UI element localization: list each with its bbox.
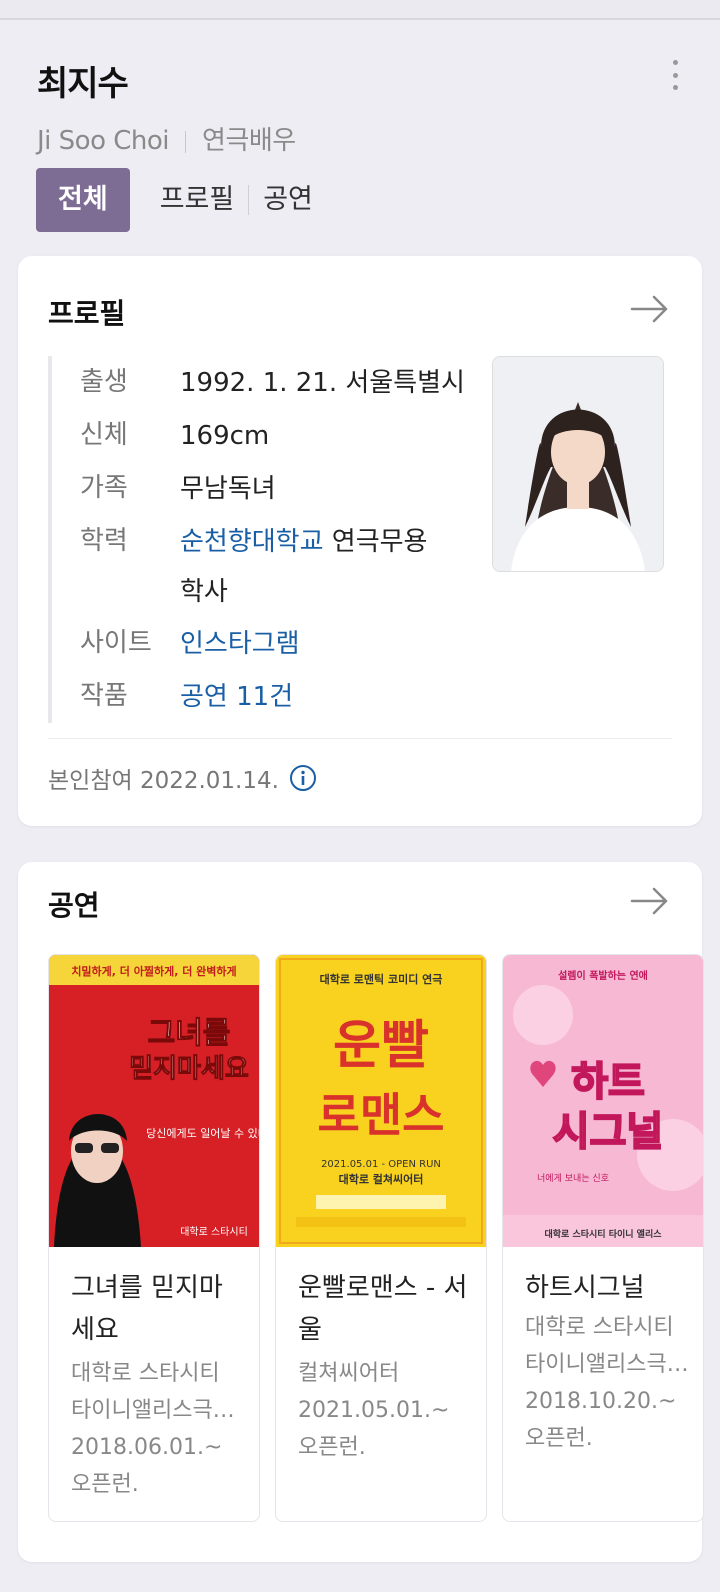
poster-main-text-2: 로맨스 — [318, 1088, 445, 1142]
arrow-right-icon[interactable] — [630, 886, 670, 916]
show-run: 오픈런. — [71, 1472, 139, 1497]
show-name[interactable]: 하트시그널 — [525, 1267, 700, 1309]
english-name: Ji Soo Choi — [37, 126, 170, 156]
show-poster[interactable]: 대학로 로맨틱 코미디 연극 운빨 로맨스 2021.05.01 - OPEN … — [276, 955, 486, 1247]
show-date: 2018.06.01.~ — [71, 1435, 223, 1460]
poster-bottom-text: 대학로 스타시티 타이니 앨리스 — [544, 1228, 662, 1240]
row-value: 169cm — [180, 421, 270, 451]
row-value: 순천향대학교 연극무용학사 — [180, 515, 450, 617]
arrow-right-icon[interactable] — [630, 294, 670, 324]
poster-bottom-text: 대학로 컬쳐씨어터 — [339, 1172, 424, 1186]
shows-title: 공연 — [48, 889, 100, 922]
person-name: 최지수 — [37, 64, 129, 104]
show-item[interactable]: 설렘이 폭발하는 연애 하트 시그널 너에게 보내는 신호 대학로 스타시티 타… — [502, 954, 704, 1522]
show-name[interactable]: 운빨로맨스 - 서울 — [298, 1267, 473, 1351]
profile-title: 프로필 — [48, 297, 126, 330]
profile-row-body: 신체 169cm — [52, 409, 472, 462]
participation-note: 본인참여 2022.01.14. — [48, 761, 317, 795]
row-value: 공연 11건 — [180, 670, 293, 723]
tab-profile[interactable]: 프로필 — [146, 168, 249, 232]
row-value: 무남독녀 — [180, 474, 276, 504]
row-key: 신체 — [80, 420, 128, 450]
poster-main-text-1: 운빨 — [333, 1016, 429, 1076]
row-value: 1992. 1. 21. 서울특별시 — [180, 368, 465, 398]
profile-row-birth: 출생 1992. 1. 21. 서울특별시 — [52, 356, 472, 409]
info-icon[interactable] — [289, 764, 317, 792]
participation-date: 본인참여 2022.01.14. — [48, 768, 279, 794]
poster-main-text-1: 그녀를 — [148, 1016, 231, 1051]
show-poster[interactable]: 설렘이 폭발하는 연애 하트 시그널 너에게 보내는 신호 대학로 스타시티 타… — [503, 955, 703, 1247]
person-subtitle: Ji Soo Choi 연극배우 — [37, 120, 296, 157]
poster-top-text: 치밀하게, 더 아찔하게, 더 완벽하게 — [71, 964, 236, 978]
row-key: 사이트 — [80, 628, 152, 658]
poster-sub-text: 너에게 보내는 신호 — [537, 1173, 609, 1184]
profile-row-site: 사이트 인스타그램 — [52, 617, 472, 670]
show-venue: 대학로 스타시티 타이니앨리스극… — [71, 1361, 235, 1423]
show-item[interactable]: 대학로 로맨틱 코미디 연극 운빨 로맨스 2021.05.01 - OPEN … — [275, 954, 487, 1522]
show-item[interactable]: 치밀하게, 더 아찔하게, 더 완벽하게 그녀를 믿지마세요 당신에게도 일어날… — [48, 954, 260, 1522]
show-venue: 컬쳐씨어터 — [298, 1361, 400, 1386]
profile-info: 출생 1992. 1. 21. 서울특별시 신체 169cm 가족 무남독녀 학… — [48, 356, 472, 723]
show-run: 오픈런. — [525, 1426, 593, 1451]
row-key: 작품 — [80, 681, 128, 711]
tab-bar: 전체 프로필 공연 — [36, 168, 327, 232]
poster-sub-text: 당신에게도 일어날 수 있다 — [146, 1126, 259, 1140]
works-link[interactable]: 공연 11건 — [180, 682, 293, 712]
profile-row-family: 가족 무남독녀 — [52, 462, 472, 515]
poster-main-text-1: 하트 — [571, 1059, 645, 1105]
top-edge — [0, 0, 720, 20]
show-run: 오픈런. — [298, 1435, 366, 1460]
shows-card: 공연 치밀하게, 더 아찔하게, 더 완벽하게 그녀를 믿지마세요 당신에게도 … — [18, 862, 704, 1562]
show-date: 2018.10.20.~ — [525, 1389, 677, 1414]
show-poster[interactable]: 치밀하게, 더 아찔하게, 더 완벽하게 그녀를 믿지마세요 당신에게도 일어날… — [49, 955, 259, 1247]
tab-shows[interactable]: 공연 — [249, 168, 327, 232]
profile-row-education: 학력 순천향대학교 연극무용학사 — [52, 515, 472, 617]
show-venue: 대학로 스타시티 타이니앨리스극… — [525, 1315, 689, 1377]
poster-sub-text: 2021.05.01 - OPEN RUN — [321, 1159, 441, 1170]
profile-photo[interactable] — [492, 356, 664, 572]
occupation: 연극배우 — [202, 126, 296, 156]
tab-all[interactable]: 전체 — [36, 168, 130, 232]
show-date: 2021.05.01.~ — [298, 1398, 450, 1423]
row-value: 인스타그램 — [180, 617, 300, 670]
profile-row-works: 작품 공연 11건 — [52, 670, 472, 723]
poster-main-text-2: 시그널 — [553, 1109, 663, 1155]
row-key: 학력 — [80, 526, 128, 556]
row-key: 출생 — [80, 367, 128, 397]
poster-top-text: 설렘이 폭발하는 연애 — [558, 969, 648, 982]
show-name[interactable]: 그녀를 믿지마세요 — [71, 1267, 246, 1351]
row-key: 가족 — [80, 473, 128, 503]
poster-main-text-2: 믿지마세요 — [129, 1054, 249, 1084]
instagram-link[interactable]: 인스타그램 — [180, 629, 300, 659]
show-carousel[interactable]: 치밀하게, 더 아찔하게, 더 완벽하게 그녀를 믿지마세요 당신에게도 일어날… — [48, 954, 704, 1522]
poster-top-text: 대학로 로맨틱 코미디 연극 — [320, 972, 443, 986]
more-options-icon[interactable] — [668, 60, 682, 90]
divider — [48, 738, 672, 739]
poster-bottom-text: 대학로 스타시티 — [180, 1226, 248, 1238]
university-link[interactable]: 순천향대학교 — [180, 527, 324, 557]
profile-card: 프로필 출생 1992. 1. 21. 서울특별시 신체 169cm 가족 무남… — [18, 256, 702, 826]
